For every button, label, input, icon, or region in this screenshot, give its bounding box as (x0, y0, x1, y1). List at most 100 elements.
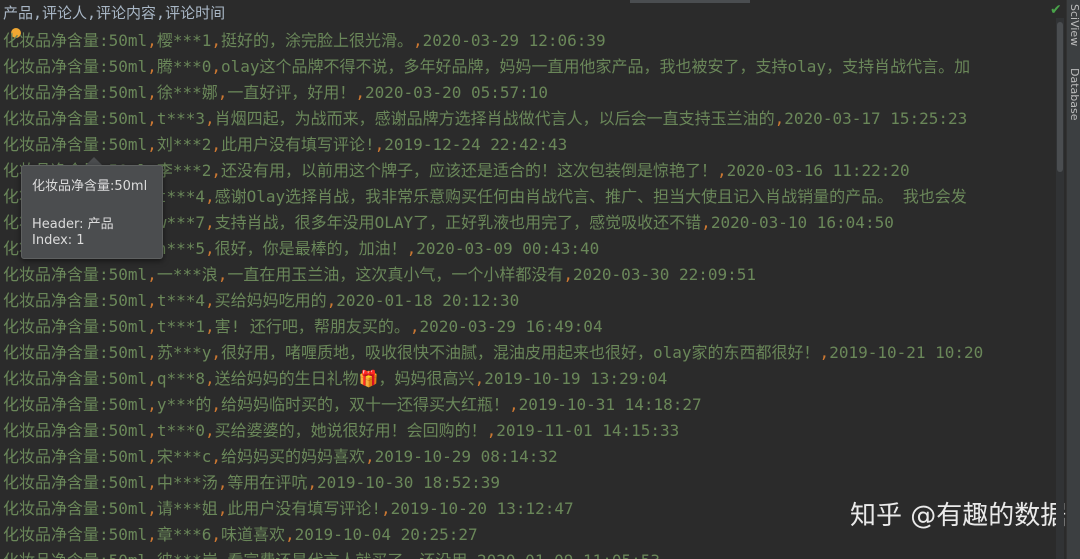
cell-comment[interactable]: 感谢Olay选择肖战，我非常乐意购买任何由肖战代言、推广、担当大使且记入肖战销量… (215, 187, 967, 206)
cell-product[interactable]: 化妆品净含量:50ml (3, 473, 147, 492)
cell-time[interactable]: 2019-11-01 14:15:33 (496, 421, 679, 440)
cell-user[interactable]: 樱***1 (157, 31, 212, 50)
table-row[interactable]: 化妆品净含量:50ml,苏***y,很好用，啫喱质地，吸收很快不油腻，混油皮用起… (3, 340, 983, 366)
cell-time[interactable]: 2019-10-04 20:25:27 (295, 525, 478, 544)
cell-user[interactable]: w***7 (157, 213, 205, 232)
cell-comment[interactable]: 很好用，啫喱质地，吸收很快不油腻，混油皮用起来也很好，olay家的东西都很好！ (221, 343, 820, 362)
cell-user[interactable]: 徐***娜 (157, 83, 218, 102)
cell-time[interactable]: 2019-10-30 18:52:39 (317, 473, 500, 492)
cell-time[interactable]: 2019-10-20 13:12:47 (391, 499, 574, 518)
cell-comment[interactable]: 害! 还行吧，帮朋友买的。 (215, 317, 410, 336)
cell-comment[interactable]: 此用户没有填写评论! (227, 499, 381, 518)
table-row[interactable]: 化妆品净含量:50ml,t***1,害! 还行吧，帮朋友买的。,2020-03-… (3, 314, 983, 340)
cell-comment[interactable]: 很好，你是最棒的，加油！ (215, 239, 407, 258)
table-row[interactable]: 化妆品净含量:50ml,樱***1,挺好的，涂完脸上很光滑。,2020-03-2… (3, 28, 983, 54)
cell-time[interactable]: 2019-10-19 13:29:04 (484, 369, 667, 388)
cell-comment[interactable]: 此用户没有填写评论! (221, 135, 375, 154)
cell-user[interactable]: t***4 (157, 291, 205, 310)
cell-time[interactable]: 2019-10-21 10:20 (829, 343, 983, 362)
cell-product[interactable]: 化妆品净含量:50ml (3, 109, 147, 128)
cell-time[interactable]: 2020-03-20 05:57:10 (365, 83, 548, 102)
cell-user[interactable]: y***的 (157, 395, 212, 414)
table-row[interactable]: 化妆品净含量:50ml,彼***岸,看宣费还是代言人就买了，还没用,2020-0… (3, 548, 983, 559)
cell-product[interactable]: 化妆品净含量:50ml (3, 551, 147, 559)
cell-product[interactable]: 化妆品净含量:50ml (3, 83, 147, 102)
cell-comment[interactable]: 还没有用，以前用这个牌子，应该还是适合的！这次包装倒是惊艳了！ (221, 161, 717, 180)
cell-comment[interactable]: 给妈妈临时买的，双十一还得买大红瓶！ (221, 395, 509, 414)
table-row[interactable]: 化妆品净含量:50ml,t***3,肖烟四起，为战而来，感谢品牌方选择肖战做代言… (3, 106, 983, 132)
cell-user[interactable]: 章***6 (157, 525, 212, 544)
table-row[interactable]: 化妆品净含量:50ml,章***6,味道喜欢,2019-10-04 20:25:… (3, 522, 983, 548)
cell-time[interactable]: 2019-10-29 08:14:32 (375, 447, 558, 466)
cell-comment[interactable]: 给妈妈买的妈妈喜欢 (221, 447, 365, 466)
cell-user[interactable]: 李***2 (157, 161, 212, 180)
cell-time[interactable]: 2020-03-30 22:09:51 (573, 265, 756, 284)
cell-user[interactable]: 宋***c (157, 447, 212, 466)
sciview-tab[interactable]: SciView (1068, 4, 1080, 46)
cell-product[interactable]: 化妆品净含量:50ml (3, 57, 147, 76)
cell-product[interactable]: 化妆品净含量:50ml (3, 135, 147, 154)
cell-comment[interactable]: 看宣费还是代言人就买了，还没用 (227, 551, 467, 559)
csv-editor[interactable]: 产品,评论人,评论内容,评论时间 化妆品净含量:50ml,樱***1,挺好的，涂… (0, 0, 1066, 559)
cell-time[interactable]: 2020-01-18 20:12:30 (336, 291, 519, 310)
cell-product[interactable]: 化妆品净含量:50ml (3, 291, 147, 310)
database-tab[interactable]: Database (1068, 68, 1080, 121)
cell-product[interactable]: 化妆品净含量:50ml (3, 447, 147, 466)
cell-product[interactable]: 化妆品净含量:50ml (3, 31, 147, 50)
cell-time[interactable]: 2020-03-10 16:04:50 (711, 213, 894, 232)
table-row[interactable]: 化妆品净含量:50ml,徐***娜,一直好评，好用！,2020-03-20 05… (3, 80, 983, 106)
cell-time[interactable]: 2020-01-09 11:05:53 (477, 551, 660, 559)
cell-product[interactable]: 化妆品净含量:50ml (3, 343, 147, 362)
cell-user[interactable]: t***0 (157, 421, 205, 440)
cell-user[interactable]: t***1 (157, 317, 205, 336)
cell-comment[interactable]: olay这个品牌不得不说，多年好品牌，妈妈一直用他家产品，我也被安了，支持ola… (221, 57, 970, 76)
table-row[interactable]: 化妆品净含量:50ml,宋***c,给妈妈买的妈妈喜欢,2019-10-29 0… (3, 444, 983, 470)
cell-product[interactable]: 化妆品净含量:50ml (3, 395, 147, 414)
cell-comment[interactable]: 挺好的，涂完脸上很光滑。 (221, 31, 413, 50)
table-row[interactable]: 化妆品净含量:50ml,q***8,送给妈妈的生日礼物🎁，妈妈很高兴,2019-… (3, 366, 983, 392)
cell-user[interactable]: h***5 (157, 239, 205, 258)
cell-product[interactable]: 化妆品净含量:50ml (3, 525, 147, 544)
table-row[interactable]: 化妆品净含量:50ml,腾***0,olay这个品牌不得不说，多年好品牌，妈妈一… (3, 54, 983, 80)
scrollbar-thumb[interactable] (1057, 22, 1063, 172)
cell-comment[interactable]: 买给妈妈吃用的 (215, 291, 327, 310)
cell-product[interactable]: 化妆品净含量:50ml (3, 265, 147, 284)
cell-user[interactable]: 中***汤 (157, 473, 218, 492)
csv-header-row[interactable]: 产品,评论人,评论内容,评论时间 (3, 2, 225, 24)
cell-user[interactable]: t***4 (157, 187, 205, 206)
cell-user[interactable]: t***3 (157, 109, 205, 128)
table-row[interactable]: 化妆品净含量:50ml,t***4,买给妈妈吃用的,2020-01-18 20:… (3, 288, 983, 314)
cell-time[interactable]: 2019-12-24 22:42:43 (384, 135, 567, 154)
cell-comment[interactable]: 一直好评，好用！ (227, 83, 355, 102)
cell-time[interactable]: 2020-03-16 11:22:20 (727, 161, 910, 180)
cell-time[interactable]: 2020-03-29 12:06:39 (423, 31, 606, 50)
cell-comment[interactable]: 等用在评吭 (227, 473, 307, 492)
cell-comment[interactable]: 肖烟四起，为战而来，感谢品牌方选择肖战做代言人，以后会一直支持玉兰油的 (215, 109, 775, 128)
cell-product[interactable]: 化妆品净含量:50ml (3, 499, 147, 518)
table-row[interactable]: 化妆品净含量:50ml,t***0,买给婆婆的，她说很好用！会回购的！,2019… (3, 418, 983, 444)
cell-product[interactable]: 化妆品净含量:50ml (3, 317, 147, 336)
cell-comment[interactable]: 支持肖战，很多年没用OLAY了，正好乳液也用完了，感觉吸收还不错 (215, 213, 702, 232)
cell-user[interactable]: 苏***y (157, 343, 212, 362)
cell-time[interactable]: 2020-03-09 00:43:40 (416, 239, 599, 258)
table-row[interactable]: 化妆品净含量:50ml,一***浪,一直在用玉兰油，这次真小气，一个小样都没有,… (3, 262, 983, 288)
cell-user[interactable]: 腾***0 (157, 57, 212, 76)
cell-product[interactable]: 化妆品净含量:50ml (3, 421, 147, 440)
cell-user[interactable]: 一***浪 (157, 265, 218, 284)
cell-comment[interactable]: 送给妈妈的生日礼物🎁，妈妈很高兴 (215, 369, 475, 388)
cell-user[interactable]: 请***姐 (157, 499, 218, 518)
cell-user[interactable]: 刘***2 (157, 135, 212, 154)
cell-user[interactable]: 彼***岸 (157, 551, 218, 559)
cell-user[interactable]: q***8 (157, 369, 205, 388)
table-row[interactable]: 化妆品净含量:50ml,请***姐,此用户没有填写评论!,2019-10-20 … (3, 496, 983, 522)
cell-time[interactable]: 2020-03-17 15:25:23 (784, 109, 967, 128)
cell-comment[interactable]: 一直在用玉兰油，这次真小气，一个小样都没有 (227, 265, 563, 284)
cell-time[interactable]: 2020-03-29 16:49:04 (420, 317, 603, 336)
cell-time[interactable]: 2019-10-31 14:18:27 (519, 395, 702, 414)
cell-comment[interactable]: 味道喜欢 (221, 525, 285, 544)
cell-product[interactable]: 化妆品净含量:50ml (3, 369, 147, 388)
table-row[interactable]: 化妆品净含量:50ml,y***的,给妈妈临时买的，双十一还得买大红瓶！,201… (3, 392, 983, 418)
table-row[interactable]: 化妆品净含量:50ml,刘***2,此用户没有填写评论!,2019-12-24 … (3, 132, 983, 158)
table-row[interactable]: 化妆品净含量:50ml,中***汤,等用在评吭,2019-10-30 18:52… (3, 470, 983, 496)
cell-comment[interactable]: 买给婆婆的，她说很好用！会回购的！ (215, 421, 487, 440)
